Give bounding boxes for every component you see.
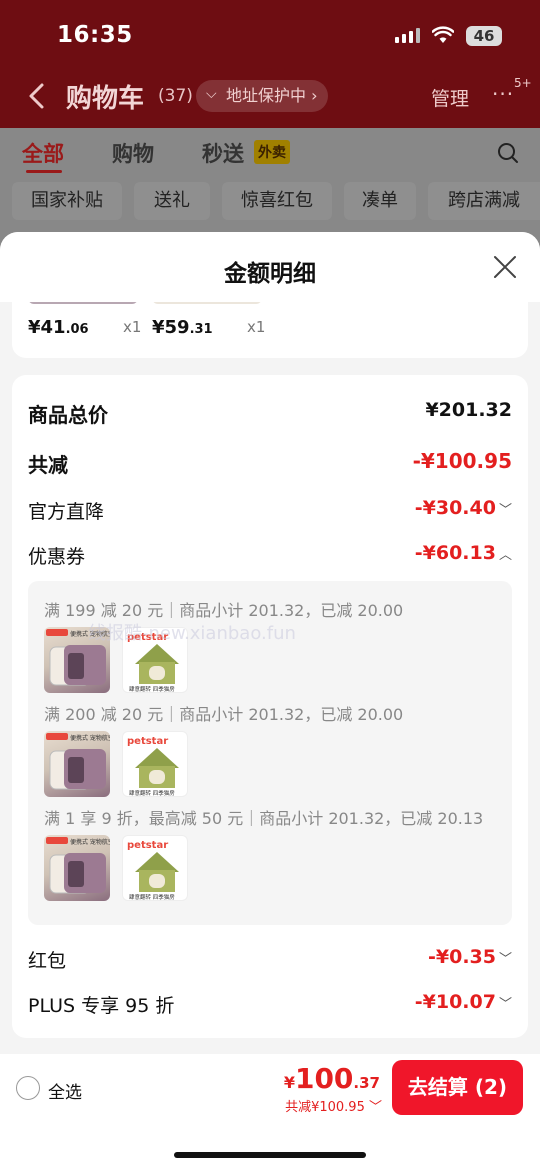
wifi-icon [432, 26, 454, 43]
takeout-tag: 外卖 [254, 140, 290, 164]
product-thumbnail-carrier: 便携式 宠物航空箱 [44, 731, 110, 797]
sheet-header: 金额明细 [0, 232, 540, 302]
chip-bundle[interactable]: 凑单 [344, 182, 416, 220]
product-thumbnail-carrier: 便携式 宠物航空箱 [44, 835, 110, 901]
plus-discount-label: PLUS 专享 95 折 [28, 995, 175, 1017]
svg-text:肆意翻转 四季猫房: 肆意翻转 四季猫房 [129, 685, 175, 693]
chip-gift[interactable]: 送礼 [134, 182, 210, 220]
tab-shopping[interactable]: 购物 [112, 138, 154, 168]
product-thumbnail-house: petstar 肆意翻转 四季猫房 [122, 835, 188, 901]
coupon-rule: 满 200 减 20 元｜商品小计 201.32，已减 20.00 [44, 705, 404, 724]
close-icon[interactable] [492, 254, 518, 280]
saved-amount[interactable]: 共减¥100.95 ﹀ [285, 1096, 382, 1115]
chip-cross-store[interactable]: 跨店满减 [428, 182, 540, 220]
svg-text:petstar: petstar [127, 840, 168, 851]
more-badge: 5+ [514, 76, 532, 90]
coupon-rule: 满 199 减 20 元｜商品小计 201.32，已减 20.00 [44, 601, 404, 620]
item-qty: x1 [247, 318, 266, 336]
back-icon[interactable] [26, 82, 48, 110]
total-label: 商品总价 [28, 403, 108, 427]
chip-national-subsidy[interactable]: 国家补贴 [12, 182, 122, 220]
item-qty: x1 [123, 318, 142, 336]
chip-red-packet[interactable]: 惊喜红包 [222, 182, 332, 220]
checkout-button[interactable]: 去结算 (2) [392, 1060, 523, 1115]
product-image [28, 302, 138, 304]
svg-text:肆意翻转 四季猫房: 肆意翻转 四季猫房 [129, 789, 175, 797]
more-icon[interactable]: ··· [492, 82, 514, 106]
svg-text:肆意翻转 四季猫房: 肆意翻转 四季猫房 [129, 893, 175, 901]
item-price-card: ¥41.06 x1 ¥59.31 x1 [12, 302, 528, 358]
coupon-rule: 满 1 享 9 折，最高减 50 元｜商品小计 201.32，已减 20.13 [44, 809, 484, 828]
official-discount-row[interactable]: -¥30.40 ﹀ [415, 497, 512, 519]
total-value: ¥201.32 [425, 399, 512, 421]
coupon-label: 优惠券 [28, 546, 86, 568]
address-protection-button[interactable]: 地址保护中 › [196, 78, 328, 112]
item-price: ¥41.06 [28, 317, 89, 338]
signal-icon [395, 28, 420, 43]
select-all-label: 全选 [48, 1083, 82, 1103]
svg-text:petstar: petstar [127, 736, 168, 747]
plus-discount-value: -¥10.07 [414, 991, 496, 1013]
discount-label: 共减 [28, 453, 68, 477]
select-all-checkbox[interactable] [16, 1076, 40, 1100]
background-page: 16:35 46 购物车 (37) 地址保护中 › 管理 ··· 5+ 全部 购… [0, 0, 540, 232]
chevron-down-icon: ﹀ [498, 952, 512, 967]
checkout-bar: 全选 ¥100.37 共减¥100.95 ﹀ 去结算 (2) [0, 1054, 540, 1168]
product-thumbnail-house: petstar 肆意翻转 四季猫房 [122, 731, 188, 797]
tab-underline [26, 170, 62, 173]
plus-discount-row[interactable]: -¥10.07 ﹀ [415, 991, 512, 1013]
home-indicator [174, 1152, 366, 1158]
red-packet-row[interactable]: -¥0.35 ﹀ [428, 946, 512, 968]
tab-all[interactable]: 全部 [22, 138, 64, 168]
official-discount-label: 官方直降 [28, 501, 105, 523]
svg-text:便携式 宠物航空箱: 便携式 宠物航空箱 [70, 838, 110, 846]
sheet-title: 金额明细 [224, 261, 316, 287]
status-time: 16:35 [57, 22, 133, 48]
price-breakdown-card: 商品总价 ¥201.32 共减 -¥100.95 官方直降 -¥30.40 ﹀ 优… [12, 375, 528, 1038]
watermark: 线报酷-new.xianbao.fun [88, 623, 296, 644]
red-packet-value: -¥0.35 [428, 946, 496, 968]
item-price: ¥59.31 [152, 317, 213, 338]
manage-button[interactable]: 管理 [431, 84, 469, 111]
discount-value: -¥100.95 [412, 449, 512, 473]
amount-detail-sheet: 金额明细 ¥41.06 x1 ¥59.31 x1 商品总价 ¥201.32 共减… [0, 232, 540, 1168]
total-price: ¥100.37 [283, 1062, 380, 1095]
search-icon[interactable] [497, 142, 519, 164]
coupon-value: -¥60.13 [414, 542, 496, 564]
red-packet-label: 红包 [28, 950, 67, 972]
battery-icon: 46 [466, 26, 502, 46]
svg-text:便携式 宠物航空箱: 便携式 宠物航空箱 [70, 734, 110, 742]
cart-count: (37) [158, 86, 193, 106]
product-image [152, 302, 262, 304]
chevron-down-icon: ﹀ [364, 1100, 382, 1115]
page-title: 购物车 [66, 84, 145, 114]
tab-instant[interactable]: 秒送 [202, 138, 244, 168]
official-discount-value: -¥30.40 [414, 497, 496, 519]
chevron-down-icon: ﹀ [498, 997, 512, 1012]
coupon-row[interactable]: -¥60.13 ︿ [415, 542, 512, 564]
chevron-down-icon: ﹀ [498, 503, 512, 518]
chevron-up-icon: ︿ [498, 548, 512, 563]
